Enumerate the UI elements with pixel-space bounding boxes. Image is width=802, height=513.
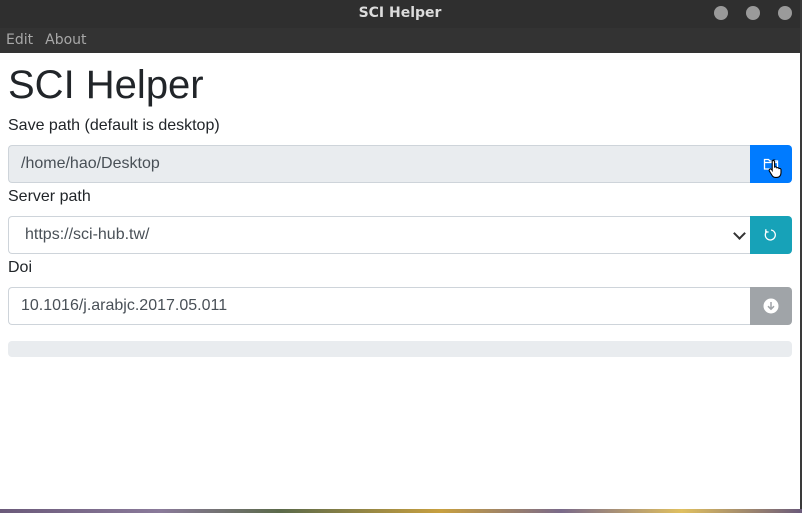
server-path-selected: https://sci-hub.tw/	[25, 226, 150, 243]
minimize-button[interactable]	[714, 6, 728, 20]
window-title: SCI Helper	[358, 5, 442, 21]
refresh-server-button[interactable]	[750, 216, 792, 254]
menu-edit[interactable]: Edit	[0, 28, 39, 53]
refresh-icon	[764, 229, 776, 241]
menu-about[interactable]: About	[39, 28, 92, 53]
download-progress-bar	[8, 341, 792, 357]
window-titlebar[interactable]: SCI Helper	[0, 0, 800, 28]
save-path-input[interactable]: /home/hao/Desktop	[8, 145, 750, 183]
save-path-group: /home/hao/Desktop	[8, 145, 792, 183]
page-title: SCI Helper	[8, 63, 204, 107]
server-path-group: https://sci-hub.tw/	[8, 216, 792, 254]
main-content: SCI Helper Save path (default is desktop…	[8, 53, 792, 357]
maximize-button[interactable]	[746, 6, 760, 20]
server-path-select[interactable]: https://sci-hub.tw/	[8, 216, 750, 254]
save-path-label: Save path (default is desktop)	[8, 117, 220, 134]
close-button[interactable]	[778, 6, 792, 20]
choose-folder-button[interactable]	[750, 145, 792, 183]
doi-label: Doi	[8, 259, 33, 276]
chevron-down-icon	[733, 227, 746, 240]
app-window: SCI Helper Edit About SCI Helper Save pa…	[0, 0, 802, 509]
doi-input[interactable]: 10.1016/j.arabjc.2017.05.011	[8, 287, 750, 325]
download-button[interactable]	[750, 287, 792, 325]
mouse-cursor-icon	[768, 159, 782, 178]
server-path-label: Server path	[8, 188, 91, 205]
doi-group: 10.1016/j.arabjc.2017.05.011	[8, 287, 792, 325]
download-icon	[763, 298, 779, 314]
menu-bar: Edit About	[0, 28, 800, 53]
window-controls	[714, 6, 792, 20]
